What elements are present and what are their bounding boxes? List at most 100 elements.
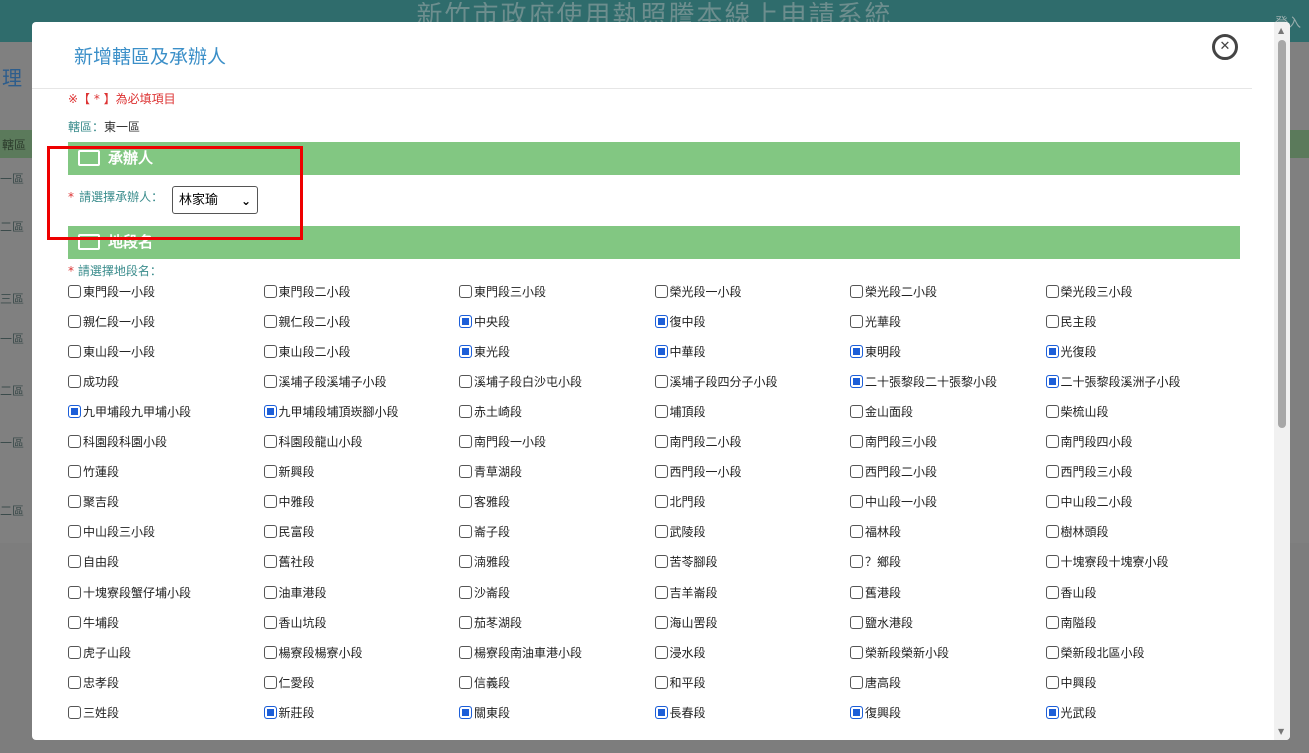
land-section-checkbox[interactable]: 舊港段	[850, 581, 901, 603]
land-section-checkbox[interactable]: 崙子段	[459, 521, 510, 543]
checkbox-unchecked-icon[interactable]	[68, 645, 81, 659]
checkbox-unchecked-icon[interactable]	[263, 374, 277, 388]
checkbox-unchecked-icon[interactable]	[459, 645, 472, 659]
checkbox-unchecked-icon[interactable]	[68, 705, 81, 719]
checkbox-unchecked-icon[interactable]	[263, 314, 277, 328]
land-section-checkbox[interactable]: 西門段一小段	[654, 461, 742, 483]
checkbox-unchecked-icon[interactable]	[850, 555, 863, 569]
land-section-checkbox[interactable]: 南門段二小段	[654, 431, 742, 453]
land-section-checkbox[interactable]: 客雅段	[459, 491, 510, 513]
land-section-checkbox[interactable]: 中山段二小段	[1045, 491, 1133, 513]
checkbox-unchecked-icon[interactable]	[1045, 615, 1059, 629]
checkbox-unchecked-icon[interactable]	[263, 495, 277, 509]
checkbox-checked-icon[interactable]	[654, 314, 668, 328]
checkbox-unchecked-icon[interactable]	[68, 435, 81, 448]
land-section-checkbox[interactable]: 榮光段二小段	[850, 280, 937, 302]
land-section-checkbox[interactable]: 二十張黎段二十張黎小段	[850, 370, 997, 392]
land-section-checkbox[interactable]: 楊寮段南油車港小段	[459, 641, 582, 663]
checkbox-unchecked-icon[interactable]	[654, 645, 668, 659]
land-section-checkbox[interactable]: 成功段	[68, 370, 119, 392]
land-section-checkbox[interactable]: 溪埔子段溪埔子小段	[263, 370, 387, 392]
land-section-checkbox[interactable]: 苦苓腳段	[654, 551, 718, 573]
land-section-checkbox[interactable]: 茄苳湖段	[459, 611, 522, 633]
checkbox-unchecked-icon[interactable]	[459, 284, 472, 298]
land-section-checkbox[interactable]: 科園段科園小段	[68, 431, 167, 453]
land-section-checkbox[interactable]: 西門段二小段	[850, 461, 937, 483]
checkbox-unchecked-icon[interactable]	[459, 404, 472, 418]
land-section-checkbox[interactable]: 東門段三小段	[459, 280, 546, 302]
land-section-checkbox[interactable]: 西門段三小段	[1045, 461, 1133, 483]
land-section-checkbox[interactable]: 唐高段	[850, 671, 901, 693]
checkbox-unchecked-icon[interactable]	[1045, 675, 1059, 689]
land-section-checkbox[interactable]: 海山罟段	[654, 611, 718, 633]
land-section-checkbox[interactable]: 中央段	[459, 310, 510, 332]
land-section-checkbox[interactable]: 福林段	[850, 521, 901, 543]
checkbox-unchecked-icon[interactable]	[850, 525, 863, 539]
checkbox-unchecked-icon[interactable]	[1045, 525, 1059, 539]
land-section-checkbox[interactable]: 南門段三小段	[850, 431, 937, 453]
checkbox-unchecked-icon[interactable]	[654, 615, 668, 629]
checkbox-unchecked-icon[interactable]	[263, 344, 277, 358]
land-section-checkbox[interactable]: 三姓段	[68, 701, 119, 723]
scroll-up-arrow-icon[interactable]: ▲	[1278, 26, 1284, 35]
checkbox-unchecked-icon[interactable]	[654, 585, 668, 599]
land-section-checkbox[interactable]: 東山段一小段	[68, 340, 155, 362]
land-section-checkbox[interactable]: 楊寮段楊寮小段	[263, 641, 363, 663]
checkbox-unchecked-icon[interactable]	[654, 495, 668, 509]
scroll-thumb[interactable]	[1278, 40, 1286, 428]
land-section-checkbox[interactable]: 南門段一小段	[459, 431, 546, 453]
land-section-checkbox[interactable]: 竹蓮段	[68, 461, 119, 483]
checkbox-unchecked-icon[interactable]	[263, 465, 277, 479]
land-section-checkbox[interactable]: 東門段一小段	[68, 280, 155, 302]
checkbox-unchecked-icon[interactable]	[850, 495, 863, 509]
checkbox-unchecked-icon[interactable]	[68, 374, 81, 388]
land-section-checkbox[interactable]: 關東段	[459, 701, 510, 723]
checkbox-unchecked-icon[interactable]	[459, 555, 472, 569]
checkbox-checked-icon[interactable]	[654, 705, 668, 719]
checkbox-checked-icon[interactable]	[459, 705, 472, 719]
land-section-checkbox[interactable]: 鹽水港段	[850, 611, 913, 633]
checkbox-unchecked-icon[interactable]	[654, 435, 668, 448]
land-section-checkbox[interactable]: 仁愛段	[263, 671, 315, 693]
checkbox-unchecked-icon[interactable]	[459, 615, 472, 629]
checkbox-unchecked-icon[interactable]	[850, 465, 863, 479]
land-section-checkbox[interactable]: 中雅段	[263, 491, 315, 513]
scroll-down-arrow-icon[interactable]: ▼	[1278, 727, 1284, 736]
checkbox-unchecked-icon[interactable]	[263, 585, 277, 599]
land-section-checkbox[interactable]: 虎子山段	[68, 641, 131, 663]
land-section-checkbox[interactable]: 榮新段北區小段	[1045, 641, 1145, 663]
checkbox-unchecked-icon[interactable]	[68, 675, 81, 689]
checkbox-unchecked-icon[interactable]	[263, 615, 277, 629]
land-section-checkbox[interactable]: 民富段	[263, 521, 315, 543]
checkbox-unchecked-icon[interactable]	[459, 495, 472, 509]
checkbox-checked-icon[interactable]	[459, 314, 472, 328]
checkbox-unchecked-icon[interactable]	[68, 465, 81, 479]
checkbox-unchecked-icon[interactable]	[459, 675, 472, 689]
land-section-checkbox[interactable]: 和平段	[654, 671, 706, 693]
land-section-checkbox[interactable]: 武陵段	[654, 521, 706, 543]
land-section-checkbox[interactable]: 親仁段二小段	[263, 310, 351, 332]
land-section-checkbox[interactable]: 香山段	[1045, 581, 1097, 603]
checkbox-unchecked-icon[interactable]	[1045, 585, 1059, 599]
land-section-checkbox[interactable]: 溪埔子段白沙屯小段	[459, 370, 582, 392]
checkbox-unchecked-icon[interactable]	[1045, 555, 1059, 569]
land-section-checkbox[interactable]: 牛埔段	[68, 611, 119, 633]
checkbox-unchecked-icon[interactable]	[68, 495, 81, 509]
checkbox-unchecked-icon[interactable]	[263, 284, 277, 298]
land-section-checkbox[interactable]: 十塊寮段十塊寮小段	[1045, 551, 1169, 573]
checkbox-checked-icon[interactable]	[850, 705, 863, 719]
checkbox-unchecked-icon[interactable]	[263, 645, 277, 659]
checkbox-unchecked-icon[interactable]	[1045, 435, 1059, 448]
land-section-checkbox[interactable]: 中興段	[1045, 671, 1097, 693]
checkbox-checked-icon[interactable]	[68, 404, 81, 418]
checkbox-checked-icon[interactable]	[459, 344, 472, 358]
close-icon[interactable]: ✕	[1212, 34, 1238, 60]
checkbox-checked-icon[interactable]	[1045, 344, 1059, 358]
land-section-checkbox[interactable]: 長春段	[654, 701, 706, 723]
checkbox-unchecked-icon[interactable]	[459, 585, 472, 599]
land-section-checkbox[interactable]: 二十張黎段溪洲子小段	[1045, 370, 1181, 392]
checkbox-unchecked-icon[interactable]	[68, 525, 81, 539]
checkbox-unchecked-icon[interactable]	[68, 314, 81, 328]
land-section-checkbox[interactable]: 樹林頭段	[1045, 521, 1109, 543]
land-section-checkbox[interactable]: 溪埔子段四分子小段	[654, 370, 778, 392]
